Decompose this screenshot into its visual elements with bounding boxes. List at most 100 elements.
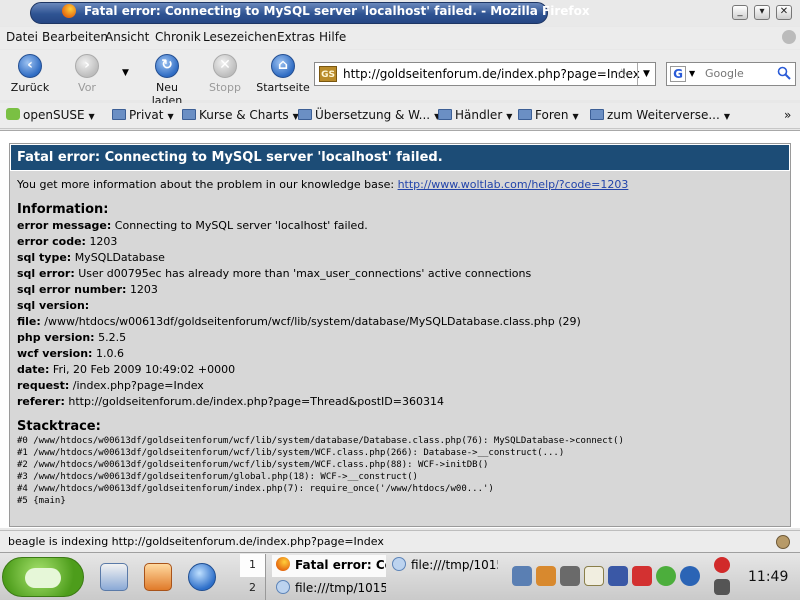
info-label: error message: — [17, 219, 112, 232]
home-label: Startseite — [256, 81, 310, 94]
bookmark-label: Händler — [455, 108, 503, 122]
bookmark-haendler[interactable]: Händler ▼ — [438, 108, 512, 122]
google-engine-icon[interactable]: G — [670, 66, 686, 82]
home-icon: ⌂ — [271, 54, 295, 78]
desktop-2-button[interactable]: 2 — [240, 577, 265, 600]
task-file-1[interactable]: file:///tmp/10150 — [388, 555, 498, 577]
stacktrace-line: #2 /www/htdocs/w00613df/goldseitenforum/… — [17, 460, 489, 470]
history-dropdown-icon[interactable]: ▼ — [122, 68, 129, 78]
display-icon[interactable] — [608, 566, 628, 586]
folder-icon — [438, 109, 452, 120]
task-file-2[interactable]: file:///tmp/10150 — [272, 578, 386, 600]
bookmark-kurse-charts[interactable]: Kurse & Charts ▼ — [182, 108, 299, 122]
chevron-down-icon: ▼ — [723, 112, 730, 121]
menu-lesezeichen[interactable]: Lesezeichen — [203, 30, 277, 44]
info-label: sql error number: — [17, 283, 127, 296]
warning-icon[interactable] — [632, 566, 652, 586]
home-button[interactable]: ⌂ Startseite — [256, 54, 310, 94]
bookmark-foren[interactable]: Foren ▼ — [518, 108, 579, 122]
start-menu-button[interactable] — [2, 557, 84, 597]
bookmark-label: Privat — [129, 108, 164, 122]
task-firefox[interactable]: Fatal error: Con — [272, 555, 386, 577]
info-value: User d00795ec has already more than 'max… — [78, 267, 532, 280]
bookmark-label: zum Weiterverse... — [607, 108, 720, 122]
bookmark-weiterverse[interactable]: zum Weiterverse... ▼ — [590, 108, 730, 122]
bookmark-uebersetzung[interactable]: Übersetzung & W...▼ — [298, 108, 440, 122]
menu-extras[interactable]: Extras — [277, 30, 315, 44]
throbber-icon — [782, 30, 796, 44]
clock[interactable]: 11:49 — [748, 569, 788, 585]
kmix-icon[interactable] — [680, 566, 700, 586]
info-value: Fri, 20 Feb 2009 10:49:02 +0000 — [52, 363, 236, 376]
bookmarks-overflow-button[interactable]: » — [784, 108, 791, 122]
search-icon[interactable] — [777, 66, 791, 80]
updater-icon[interactable] — [536, 566, 556, 586]
chevron-down-icon: ▼ — [167, 112, 174, 121]
desktop-icon[interactable] — [100, 563, 128, 591]
bookmark-label: Kurse & Charts — [199, 108, 289, 122]
info-label: php version: — [17, 331, 95, 344]
menu-datei[interactable]: Datei — [6, 30, 38, 44]
intro-text: You get more information about the probl… — [17, 178, 395, 191]
info-value: 1203 — [89, 235, 118, 248]
info-label: sql version: — [17, 299, 90, 312]
info-label: error code: — [17, 235, 86, 248]
info-row-sql-error-number: sql error number: 1203 — [17, 282, 783, 298]
page-content: Fatal error: Connecting to MySQL server … — [0, 130, 800, 528]
close-icon[interactable]: ✕ — [776, 5, 792, 20]
knowledge-base-link[interactable]: http://www.woltlab.com/help/?code=1203 — [398, 178, 629, 191]
information-title: Information: — [17, 202, 109, 217]
file-icon — [276, 580, 290, 594]
info-row-request: request: /index.php?page=Index — [17, 378, 783, 394]
network-icon[interactable] — [560, 566, 580, 586]
folder-icon — [182, 109, 196, 120]
info-value: 1.0.6 — [95, 347, 124, 360]
error-box: Fatal error: Connecting to MySQL server … — [9, 143, 791, 527]
url-dropdown-icon[interactable]: ▼ — [637, 63, 655, 85]
home-folder-icon[interactable] — [144, 563, 172, 591]
menu-hilfe[interactable]: Hilfe — [319, 30, 346, 44]
konqueror-icon[interactable] — [188, 563, 216, 591]
beagle-icon[interactable] — [776, 535, 790, 549]
stop-label: Stopp — [209, 81, 241, 94]
logout-icon[interactable] — [714, 557, 730, 573]
search-bar[interactable]: G ▼ — [666, 62, 796, 86]
bookmark-opensuse[interactable]: openSUSE ▼ — [6, 108, 95, 122]
menu-ansicht[interactable]: Ansicht — [105, 30, 149, 44]
info-row-code: error code: 1203 — [17, 234, 783, 250]
desktop-1-button[interactable]: 1 — [240, 554, 265, 577]
klipper-icon[interactable] — [584, 566, 604, 586]
url-input[interactable]: http://goldseitenforum.de/index.php?page… — [343, 67, 640, 81]
stop-button[interactable]: ✕ Stopp — [206, 54, 244, 94]
reload-button[interactable]: ↻ Neu laden — [140, 54, 194, 107]
power-icon[interactable] — [656, 566, 676, 586]
info-label: sql error: — [17, 267, 75, 280]
maximize-icon[interactable]: ▾ — [754, 5, 770, 20]
back-arrow-icon: ‹ — [18, 54, 42, 78]
minimize-icon[interactable]: _ — [732, 5, 748, 20]
window-titlebar[interactable]: Fatal error: Connecting to MySQL server … — [0, 0, 800, 26]
info-value: /index.php?page=Index — [72, 379, 204, 392]
info-value: 5.2.5 — [98, 331, 127, 344]
volume-icon[interactable] — [512, 566, 532, 586]
info-row-message: error message: Connecting to MySQL serve… — [17, 218, 783, 234]
search-input[interactable] — [705, 67, 775, 80]
stop-icon: ✕ — [213, 54, 237, 78]
menu-bearbeiten[interactable]: Bearbeiten — [42, 30, 108, 44]
back-button[interactable]: ‹ Zurück — [10, 54, 50, 94]
window-title: Fatal error: Connecting to MySQL server … — [84, 4, 590, 18]
desktop-pager: 1 2 — [240, 554, 266, 600]
lock-screen-icon[interactable] — [714, 579, 730, 595]
status-bar: beagle is indexing http://goldseitenforu… — [0, 530, 800, 552]
bookmark-star-icon[interactable]: ☆ — [615, 65, 628, 83]
url-bar[interactable]: GS http://goldseitenforum.de/index.php?p… — [314, 62, 656, 86]
info-row-php-version: php version: 5.2.5 — [17, 330, 783, 346]
error-intro: You get more information about the probl… — [17, 177, 783, 193]
forward-button[interactable]: › Vor — [70, 54, 104, 94]
engine-dropdown-icon[interactable]: ▼ — [689, 69, 695, 78]
menu-chronik[interactable]: Chronik — [155, 30, 201, 44]
stacktrace-line: #3 /www/htdocs/w00613df/goldseitenforum/… — [17, 472, 418, 482]
bookmarks-toolbar: openSUSE ▼ Privat ▼ Kurse & Charts ▼ Überse… — [0, 103, 800, 129]
bookmark-privat[interactable]: Privat ▼ — [112, 108, 174, 122]
task-label: file:///tmp/10150 — [411, 558, 498, 572]
